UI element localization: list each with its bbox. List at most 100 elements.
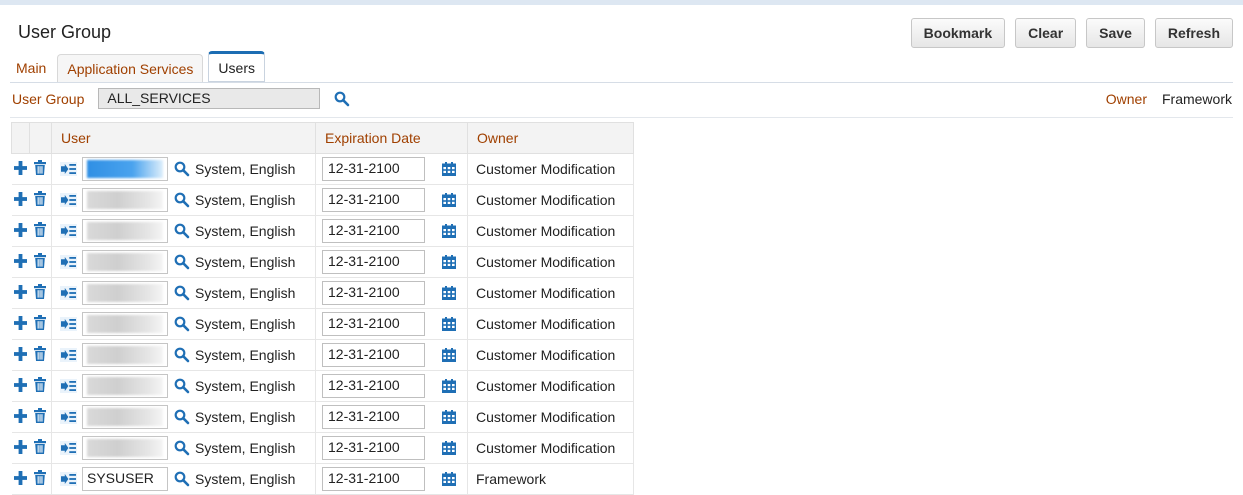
search-icon[interactable] [174,223,190,239]
calendar-icon[interactable] [442,317,456,331]
expiration-date-field[interactable]: 12-31-2100 [322,467,425,491]
delete-row-button[interactable] [29,277,52,309]
expiration-date-field[interactable]: 12-31-2100 [322,157,425,181]
user-field[interactable] [82,405,168,429]
bookmark-button[interactable]: Bookmark [910,18,1006,48]
tab-users[interactable]: Users [208,51,265,82]
context-menu-button[interactable] [60,224,77,238]
expiration-date-field[interactable]: 12-31-2100 [322,312,425,336]
table-row: System, English 12-31-2100 Customer Modifi… [11,277,634,309]
delete-row-button[interactable] [29,432,52,464]
expiration-date-field[interactable]: 12-31-2100 [322,281,425,305]
search-icon[interactable] [174,409,190,425]
user-description: System, English [195,471,296,487]
calendar-icon[interactable] [442,441,456,455]
save-button[interactable]: Save [1086,18,1145,48]
context-menu-button[interactable] [60,286,77,300]
redacted-user-value [87,346,163,364]
context-menu-icon [60,410,77,424]
add-row-button[interactable] [11,401,30,433]
add-row-button[interactable] [11,370,30,402]
owner-value: Customer Modification [476,254,616,270]
user-field[interactable] [82,250,168,274]
calendar-icon[interactable] [442,379,456,393]
owner-cell: Customer Modification [467,246,634,278]
user-field[interactable] [82,281,168,305]
user-field[interactable] [82,157,168,181]
search-icon[interactable] [174,440,190,456]
search-icon[interactable] [174,471,190,487]
add-row-button[interactable] [11,153,30,185]
user-field[interactable] [82,436,168,460]
calendar-icon[interactable] [442,472,456,486]
context-menu-button[interactable] [60,255,77,269]
user-group-field[interactable]: ALL_SERVICES [98,88,321,109]
calendar-icon[interactable] [442,410,456,424]
user-field[interactable]: SYSUSER [82,467,168,491]
expiration-date-field[interactable]: 12-31-2100 [322,374,425,398]
delete-row-button[interactable] [29,339,52,371]
tab-main[interactable]: Main [10,54,52,82]
search-icon[interactable] [174,378,190,394]
expiration-date-field[interactable]: 12-31-2100 [322,343,425,367]
delete-row-button[interactable] [29,308,52,340]
user-field[interactable] [82,219,168,243]
search-icon[interactable] [174,347,190,363]
search-icon[interactable] [174,316,190,332]
calendar-icon[interactable] [442,224,456,238]
plus-icon [14,191,27,206]
context-menu-button[interactable] [60,162,77,176]
delete-row-button[interactable] [29,215,52,247]
delete-row-button[interactable] [29,184,52,216]
context-menu-button[interactable] [60,472,77,486]
search-icon[interactable] [334,91,350,107]
delete-row-button[interactable] [29,246,52,278]
add-row-button[interactable] [11,215,30,247]
add-row-button[interactable] [11,339,30,371]
calendar-icon[interactable] [442,348,456,362]
add-row-button[interactable] [11,432,30,464]
expiration-date-field[interactable]: 12-31-2100 [322,188,425,212]
calendar-icon[interactable] [442,255,456,269]
search-icon[interactable] [174,192,190,208]
expiration-date-field[interactable]: 12-31-2100 [322,250,425,274]
expiration-date-field[interactable]: 12-31-2100 [322,219,425,243]
context-menu-button[interactable] [60,348,77,362]
context-menu-button[interactable] [60,410,77,424]
user-field[interactable] [82,188,168,212]
refresh-button[interactable]: Refresh [1154,18,1233,48]
user-value: SYSUSER [87,470,154,486]
header-add [11,122,30,154]
calendar-icon[interactable] [442,193,456,207]
context-menu-button[interactable] [60,379,77,393]
plus-icon [14,315,27,330]
user-field[interactable] [82,312,168,336]
tab-application-services[interactable]: Application Services [57,54,204,82]
add-row-button[interactable] [11,308,30,340]
delete-row-button[interactable] [29,370,52,402]
search-icon[interactable] [174,285,190,301]
search-icon[interactable] [174,254,190,270]
context-menu-button[interactable] [60,441,77,455]
context-menu-button[interactable] [60,193,77,207]
add-row-button[interactable] [11,463,30,495]
delete-row-button[interactable] [29,153,52,185]
add-row-button[interactable] [11,246,30,278]
expiration-date-field[interactable]: 12-31-2100 [322,436,425,460]
clear-button[interactable]: Clear [1015,18,1077,48]
expiration-date-field[interactable]: 12-31-2100 [322,405,425,429]
user-field[interactable] [82,374,168,398]
user-field[interactable] [82,343,168,367]
delete-row-button[interactable] [29,463,52,495]
calendar-icon[interactable] [442,286,456,300]
plus-icon [14,222,27,237]
calendar-icon[interactable] [442,162,456,176]
search-icon[interactable] [174,161,190,177]
delete-row-button[interactable] [29,401,52,433]
add-row-button[interactable] [11,184,30,216]
add-row-button[interactable] [11,277,30,309]
expiration-date-cell: 12-31-2100 [315,184,468,216]
context-menu-button[interactable] [60,317,77,331]
plus-icon [14,346,27,361]
user-description: System, English [195,440,296,456]
